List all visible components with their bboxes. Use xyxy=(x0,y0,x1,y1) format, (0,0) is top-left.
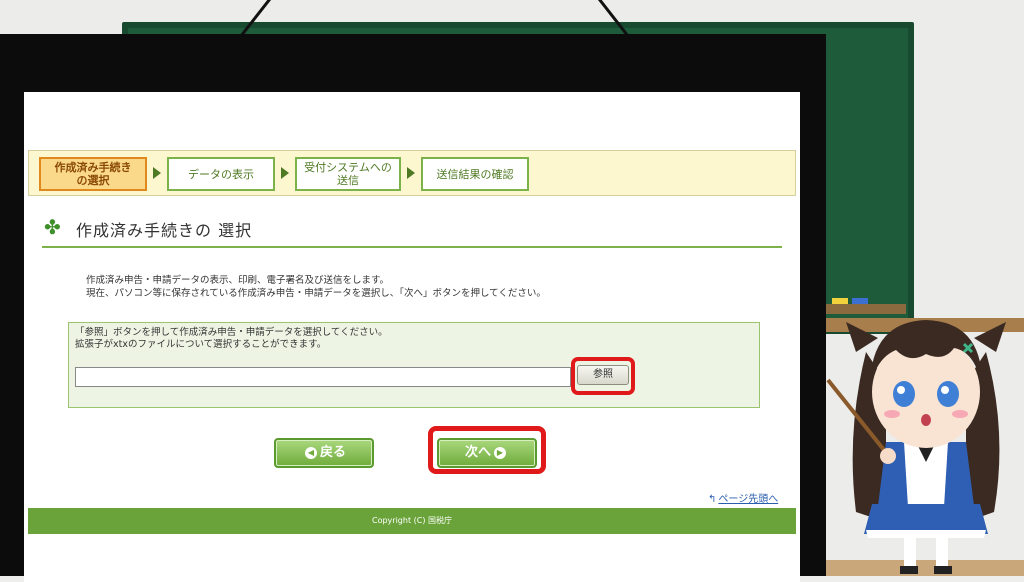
file-select-panel: 「参照」ボタンを押して作成済み申告・申請データを選択してください。 拡張子がxt… xyxy=(68,322,760,408)
step-show-data: データの表示 xyxy=(167,157,275,191)
page-title-row: ✤ 作成済み手続きの 選択 xyxy=(42,214,782,248)
next-label: 次へ xyxy=(464,445,491,460)
step-arrow-icon xyxy=(407,167,415,179)
next-button[interactable]: 次へ ▶ xyxy=(437,438,537,468)
picture-frame: 作成済み手続き の選択 データの表示 受付システムへの 送信 送信結果の確認 ✤… xyxy=(0,34,826,582)
back-button[interactable]: ◀ 戻る xyxy=(274,438,374,468)
step-label: 作成済み手続き の選択 xyxy=(54,161,132,187)
clover-icon: ✤ xyxy=(44,215,61,239)
file-select-instruction: 「参照」ボタンを押して作成済み申告・申請データを選択してください。 拡張子がxt… xyxy=(75,327,388,350)
step-send: 受付システムへの 送信 xyxy=(295,157,401,191)
step-label: データの表示 xyxy=(188,167,254,181)
next-arrow-icon: ▶ xyxy=(494,447,506,459)
browse-button[interactable]: 参照 xyxy=(577,365,629,385)
page-top-link[interactable]: ↰ ページ先頭へ xyxy=(708,490,778,505)
mascot-character xyxy=(826,320,1006,574)
step-progress-bar: 作成済み手続き の選択 データの表示 受付システムへの 送信 送信結果の確認 xyxy=(28,150,796,196)
step-label: 受付システムへの 送信 xyxy=(304,161,392,187)
page-top-label: ページ先頭へ xyxy=(718,494,779,505)
file-path-input[interactable] xyxy=(75,367,571,387)
mascot-legs xyxy=(900,538,952,574)
etax-screen: 作成済み手続き の選択 データの表示 受付システムへの 送信 送信結果の確認 ✤… xyxy=(24,92,800,582)
footer: Copyright (C) 国税庁 xyxy=(28,508,796,534)
back-label: 戻る xyxy=(319,445,346,460)
step-select-created: 作成済み手続き の選択 xyxy=(39,157,147,191)
step-arrow-icon xyxy=(281,167,289,179)
step-arrow-icon xyxy=(153,167,161,179)
step-label: 送信結果の確認 xyxy=(436,167,514,181)
up-arrow-icon: ↰ xyxy=(708,494,717,505)
back-arrow-icon: ◀ xyxy=(304,447,317,459)
step-confirm-result: 送信結果の確認 xyxy=(421,157,529,191)
copyright-text: Copyright (C) 国税庁 xyxy=(371,516,452,525)
page-title: 作成済み手続きの 選択 xyxy=(76,221,253,240)
page-description: 作成済み申告・申請データの表示、印刷、電子署名及び送信をします。 現在、パソコン… xyxy=(86,275,546,299)
